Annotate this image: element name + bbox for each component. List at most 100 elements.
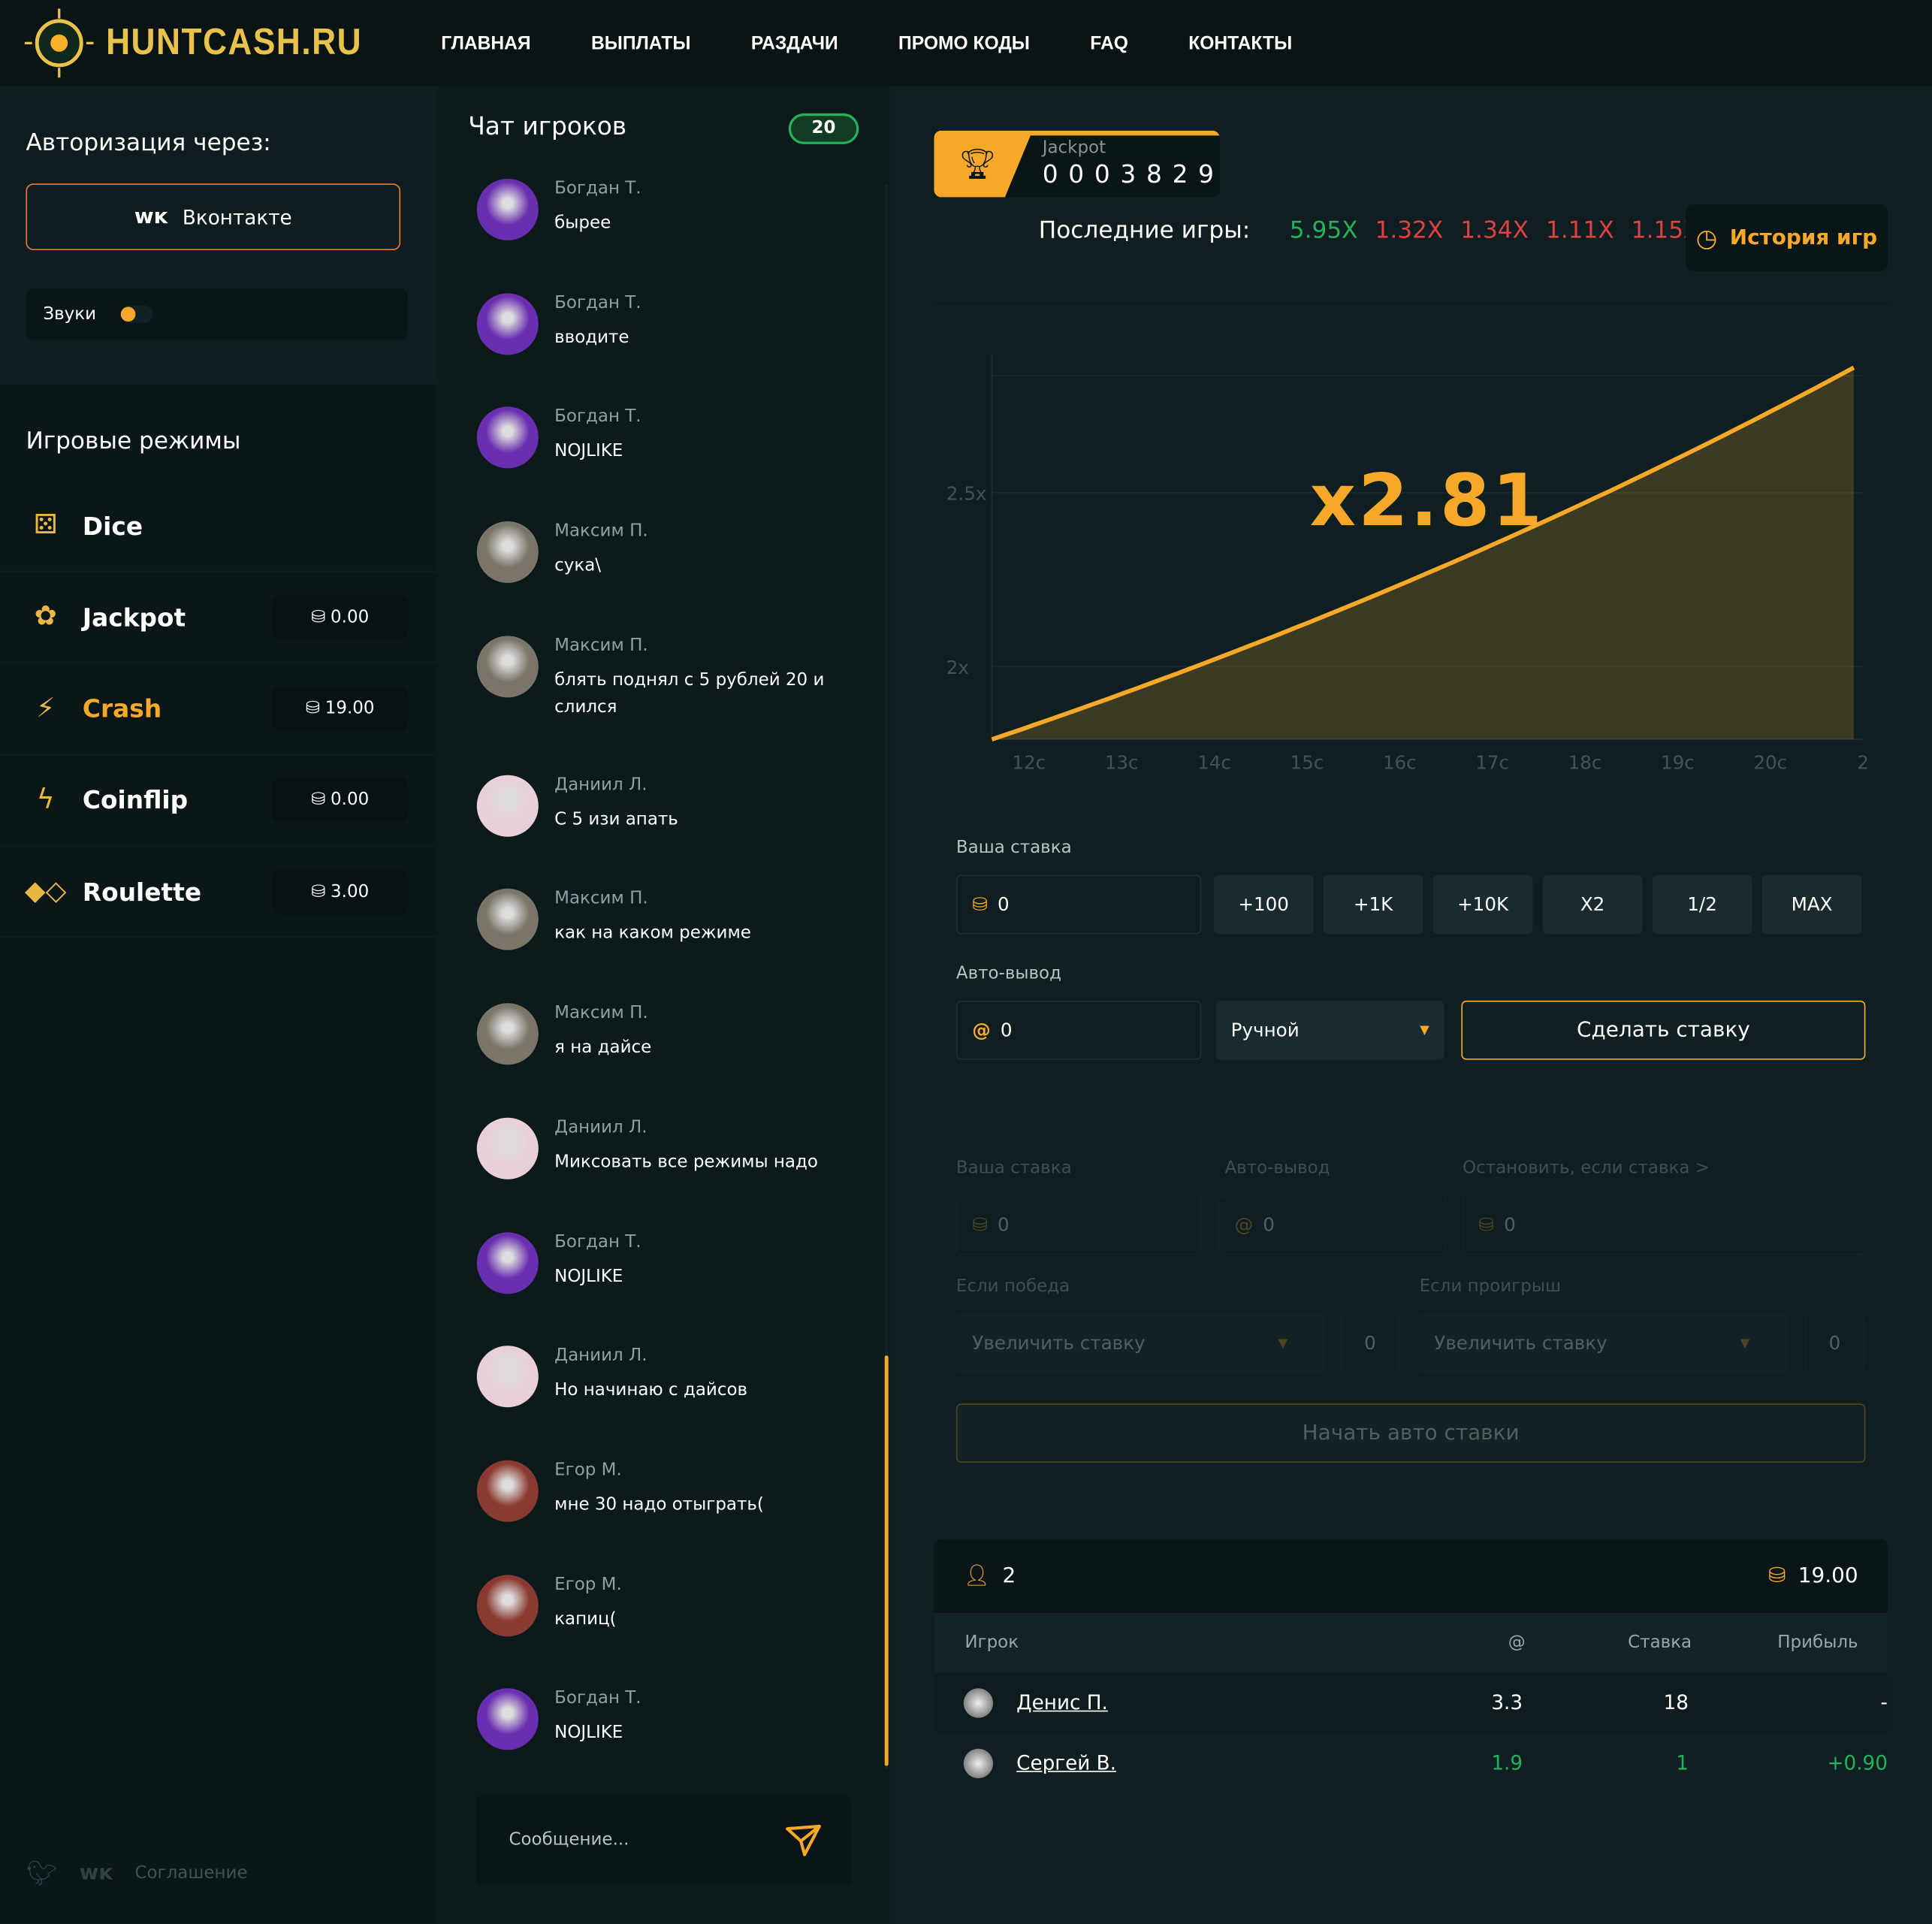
nav-link[interactable]: КОНТАКТЫ — [1188, 32, 1292, 53]
message-author[interactable]: Богдан Т. — [554, 293, 838, 313]
avatar[interactable] — [476, 1346, 539, 1408]
chat-scrollbar[interactable] — [884, 1355, 889, 1766]
avatar[interactable] — [476, 292, 539, 355]
last-games-label: Последние игры: — [1038, 216, 1251, 244]
mode-name: Roulette — [82, 877, 202, 907]
at-icon: @ — [972, 1019, 991, 1042]
avatar[interactable] — [476, 775, 539, 837]
nav-link[interactable]: FAQ — [1090, 32, 1128, 53]
avatar[interactable] — [476, 1688, 539, 1750]
x-tick-label: 2 — [1857, 752, 1869, 774]
coins-icon: ⛁ — [1767, 1563, 1786, 1589]
place-bet-button[interactable]: Сделать ставку — [1461, 1000, 1866, 1060]
lose-select[interactable]: Увеличить ставку ▼ — [1417, 1313, 1789, 1373]
auto-cashout-input[interactable]: @0 — [955, 1000, 1202, 1060]
nav-link[interactable]: ВЫПЛАТЫ — [591, 32, 690, 53]
nav-link[interactable]: РАЗДАЧИ — [751, 32, 838, 53]
bet-amount-input[interactable]: ⛁ 0 — [955, 874, 1202, 935]
mode-value: Ручной — [1230, 1019, 1300, 1042]
game-history-button[interactable]: ◷ История игр — [1685, 204, 1888, 271]
avatar[interactable] — [476, 178, 539, 240]
player-name[interactable]: Сергей В. — [1016, 1751, 1474, 1774]
avatar[interactable] — [476, 635, 539, 697]
col-bet: Ставка — [1628, 1633, 1692, 1653]
players-table-header: Игрок @ Ставка Прибыль — [934, 1613, 1888, 1672]
quick-bet-button[interactable]: +10K — [1432, 874, 1533, 935]
agreement-link[interactable]: Соглашение — [134, 1863, 247, 1883]
message-author[interactable]: Максим П. — [554, 521, 838, 541]
lightning-icon: ϟ — [36, 784, 55, 816]
message-author[interactable]: Богдан Т. — [554, 1231, 838, 1251]
win-select[interactable]: Увеличить ставку ▼ — [955, 1313, 1326, 1373]
message-text: бырее — [554, 213, 611, 234]
nav-link[interactable]: ПРОМО КОДЫ — [898, 32, 1030, 53]
crash-icon: ⚡ — [36, 693, 56, 724]
mode-item-crash[interactable]: ⚡ Crash ⛁ 19.00 — [0, 663, 438, 755]
chat-message: Максим П. сука\ — [437, 521, 881, 636]
coins-icon: ⛁ — [972, 893, 988, 916]
sounds-toggle[interactable] — [120, 305, 153, 323]
player-row: Сергей В. 1.9 1 +0.90 — [934, 1732, 1888, 1793]
stop-value: 0 — [1504, 1213, 1516, 1237]
quick-bet-button[interactable]: +1K — [1323, 874, 1423, 935]
logo[interactable]: HUNTCASH.RU — [24, 8, 419, 78]
quick-bet-button[interactable]: X2 — [1542, 874, 1643, 935]
message-input[interactable]: Сообщение... — [475, 1794, 852, 1886]
message-author[interactable]: Егор М. — [554, 1460, 838, 1480]
y-tick-label: 2.5x — [946, 483, 987, 505]
message-author[interactable]: Богдан Т. — [554, 1689, 838, 1708]
vk-icon: ᴡĸ — [134, 204, 168, 230]
message-author[interactable]: Максим П. — [554, 1003, 838, 1022]
quick-bet-button[interactable]: +100 — [1213, 874, 1314, 935]
twitter-icon[interactable]: 🐦︎ — [26, 1859, 57, 1888]
chat-message: Максим П. блять поднял с 5 рублей 20 и сл… — [437, 635, 881, 775]
player-name[interactable]: Денис П. — [1016, 1690, 1474, 1714]
last-game-multiplier[interactable]: 1.34X — [1460, 217, 1529, 244]
mode-select[interactable]: Ручной ▼ — [1215, 1000, 1444, 1060]
avatar[interactable] — [476, 1460, 539, 1522]
avatar[interactable] — [476, 406, 539, 469]
stop-input[interactable]: ⛁ 0 — [1463, 1195, 1866, 1255]
avatar[interactable] — [476, 1117, 539, 1179]
message-author[interactable]: Даниил Л. — [554, 1117, 838, 1137]
win-value-input[interactable]: 0 — [1340, 1313, 1400, 1373]
quick-bet-button[interactable]: 1/2 — [1652, 874, 1752, 935]
diamonds-icon: ◆◇ — [24, 876, 67, 908]
auto-cashout-label: Авто-вывод — [955, 963, 1061, 983]
message-author[interactable]: Богдан Т. — [554, 407, 838, 427]
lose-value-input[interactable]: 0 — [1805, 1313, 1864, 1373]
crash-chart: 2x 2.5x 12c 13c 14c 15c 16c 17c 18c 19c 20c 2 — [946, 353, 1869, 774]
message-author[interactable]: Даниил Л. — [554, 775, 838, 794]
message-author[interactable]: Максим П. — [554, 636, 838, 655]
last-game-multiplier[interactable]: 1.11X — [1546, 217, 1614, 244]
quick-bet-button[interactable]: MAX — [1761, 874, 1862, 935]
message-author[interactable]: Максим П. — [554, 889, 838, 908]
vk-footer-icon[interactable]: ᴡĸ — [80, 1861, 113, 1886]
send-icon[interactable] — [785, 1821, 822, 1858]
mode-item-roulette[interactable]: ◆◇ Roulette ⛁ 3.00 — [0, 847, 438, 938]
mode-item-jackpot[interactable]: ✿ Jackpot ⛁ 0.00 — [0, 572, 438, 663]
message-author[interactable]: Богдан Т. — [554, 179, 838, 198]
last-game-multiplier[interactable]: 1.32X — [1375, 217, 1443, 244]
last-game-multiplier[interactable]: 5.95X — [1290, 217, 1358, 244]
chat-messages: Богдан Т. бырее Богдан Т. вводите Богдан Т. N… — [437, 178, 881, 1803]
start-auto-bet-button[interactable]: Начать авто ставки — [955, 1403, 1866, 1463]
avatar[interactable] — [476, 889, 539, 951]
message-author[interactable]: Даниил Л. — [554, 1346, 838, 1366]
avatar[interactable] — [476, 1003, 539, 1065]
message-text: сука\ — [554, 555, 602, 576]
player-mult: 1.9 — [1491, 1750, 1523, 1775]
avatar[interactable] — [476, 1574, 539, 1636]
message-author[interactable]: Егор М. — [554, 1575, 838, 1594]
nav-link[interactable]: ГЛАВНАЯ — [441, 32, 530, 53]
vk-login-button[interactable]: ᴡĸ Вконтакте — [26, 183, 401, 250]
chat-title: Чат игроков — [468, 110, 627, 140]
bet-amount-value: 0 — [997, 893, 1010, 916]
avatar[interactable] — [476, 521, 539, 583]
auto-auto-cashout-input[interactable]: @0 — [1218, 1195, 1447, 1255]
avatar[interactable] — [476, 1231, 539, 1294]
auto-bet-input[interactable]: ⛁ 0 — [955, 1195, 1202, 1255]
x-tick-label: 14c — [1197, 752, 1231, 774]
mode-item-dice[interactable]: ⚄ Dice — [0, 481, 438, 572]
mode-item-coinflip[interactable]: ϟ Coinflip ⛁ 0.00 — [0, 755, 438, 847]
